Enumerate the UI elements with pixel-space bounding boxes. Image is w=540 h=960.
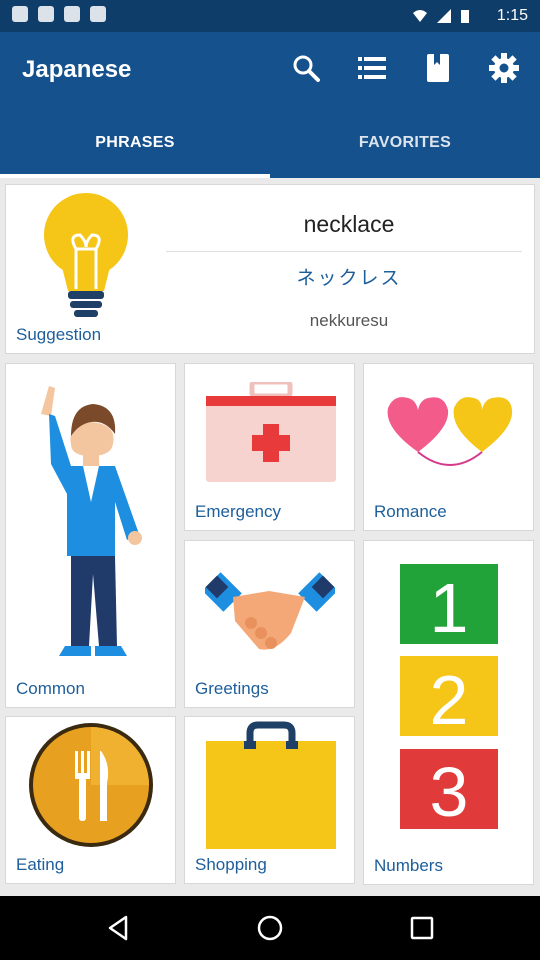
suggestion-card[interactable]: Suggestion necklace ネックレス nekkuresu	[5, 184, 535, 354]
search-button[interactable]	[286, 50, 326, 86]
app-title: Japanese	[22, 56, 132, 83]
category-romance[interactable]: Romance	[363, 363, 534, 531]
notification-icon	[38, 6, 54, 22]
notification-icons	[12, 6, 106, 22]
back-icon	[108, 915, 128, 941]
wifi-icon	[413, 10, 427, 22]
digit-three: 3	[430, 753, 469, 830]
search-icon	[293, 55, 320, 82]
signal-icon	[437, 9, 451, 23]
lightbulb-icon	[44, 193, 128, 317]
app-bar: Japanese PHRASES FAVORITES	[0, 32, 540, 178]
digit-one: 1	[430, 569, 469, 647]
suggestion-romaji: nekkuresu	[309, 311, 389, 330]
category-label: Greetings	[195, 679, 269, 698]
numbers-icon: 1 2 3	[400, 564, 498, 830]
system-navigation-bar	[0, 896, 540, 960]
list-icon	[358, 57, 386, 79]
suggestion-word: necklace	[303, 211, 395, 237]
home-icon	[257, 915, 283, 941]
list-button[interactable]	[352, 50, 392, 86]
back-button[interactable]	[98, 908, 138, 948]
book-icon	[427, 54, 449, 82]
category-label: Emergency	[195, 502, 281, 521]
gear-icon	[489, 53, 519, 83]
category-numbers[interactable]: 1 2 3 Numbers	[363, 540, 534, 885]
digit-two: 2	[430, 661, 469, 739]
category-label: Eating	[16, 855, 65, 874]
category-label: Shopping	[195, 855, 267, 874]
tab-favorites[interactable]: FAVORITES	[270, 120, 540, 178]
divider	[166, 251, 522, 252]
category-label: Romance	[374, 502, 447, 521]
handshake-icon	[205, 572, 335, 650]
home-button[interactable]	[250, 908, 290, 948]
notification-icon	[12, 6, 28, 22]
tab-phrases[interactable]: PHRASES	[0, 120, 270, 178]
category-common[interactable]: Common	[5, 363, 176, 708]
cutlery-icon	[29, 723, 153, 847]
person-icon	[41, 386, 142, 656]
system-icons	[412, 8, 470, 24]
hearts-icon	[387, 397, 513, 466]
toolbar-actions	[286, 50, 524, 86]
settings-button[interactable]	[484, 50, 524, 86]
category-greetings[interactable]: Greetings	[184, 540, 355, 708]
category-label: Numbers	[374, 856, 443, 875]
recents-button[interactable]	[402, 908, 442, 948]
tab-phrases-label: PHRASES	[95, 134, 175, 151]
category-shopping[interactable]: Shopping	[184, 716, 355, 884]
status-bar: 1:15	[0, 0, 540, 32]
battery-icon	[461, 10, 469, 23]
shopping-bag-icon	[206, 721, 336, 849]
suggestion-kana: ネックレス	[296, 268, 402, 289]
book-button[interactable]	[418, 50, 458, 86]
status-time: 1:15	[496, 7, 528, 24]
suggestion-label: Suggestion	[16, 325, 102, 344]
category-emergency[interactable]: Emergency	[184, 363, 355, 531]
category-label: Common	[16, 679, 85, 698]
tab-bar: PHRASES FAVORITES	[0, 120, 540, 178]
tab-indicator	[0, 174, 270, 178]
recents-icon	[410, 916, 434, 940]
category-eating[interactable]: Eating	[5, 716, 176, 884]
first-aid-kit-icon	[206, 382, 336, 482]
notification-icon	[64, 6, 80, 22]
tab-favorites-label: FAVORITES	[358, 134, 452, 151]
notification-icon	[90, 6, 106, 22]
